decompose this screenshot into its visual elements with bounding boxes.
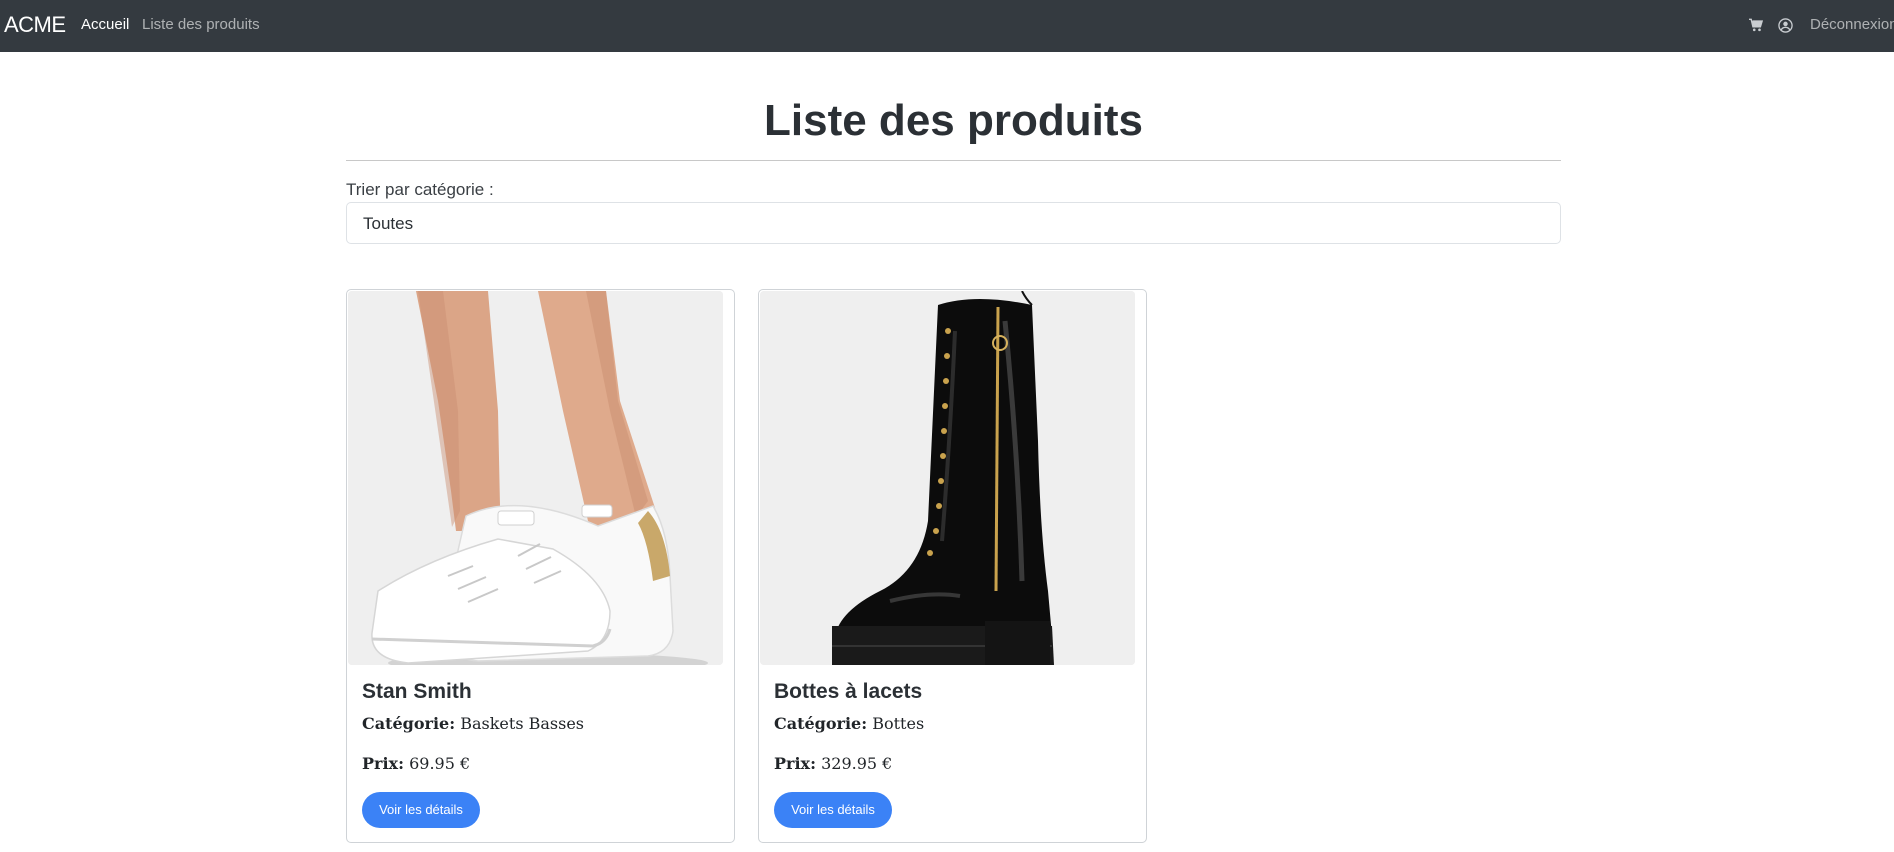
user-circle-icon[interactable] [1778,13,1793,37]
product-name: Stan Smith [362,680,472,703]
white-sneakers-image [348,291,723,665]
product-card: Bottes à lacets Catégorie: Bottes Prix: … [758,289,1147,843]
top-navbar: ACME Accueil Liste des produits Déconnex… [0,0,1894,52]
nav-link-home[interactable]: Accueil [81,16,129,33]
category-value: Baskets Basses [460,714,585,733]
nav-link-product-list[interactable]: Liste des produits [142,16,260,33]
product-price: Prix: 69.95 € [362,754,470,773]
category-filter-label: Trier par catégorie : [346,180,494,199]
cart-icon[interactable] [1749,13,1763,37]
price-value: 69.95 € [409,754,471,773]
category-select-value: Toutes [363,214,414,233]
view-details-button[interactable]: Voir les détails [774,792,892,828]
price-label: Prix: [362,754,404,773]
category-label: Catégorie: [774,714,868,733]
product-card: Stan Smith Catégorie: Baskets Basses Pri… [346,289,735,843]
product-price: Prix: 329.95 € [774,754,892,773]
product-name: Bottes à lacets [774,680,923,703]
view-details-button[interactable]: Voir les détails [362,792,480,828]
category-select[interactable]: Toutes [346,202,1561,244]
title-divider [346,160,1561,161]
category-value: Bottes [872,714,925,733]
category-label: Catégorie: [362,714,456,733]
logout-link[interactable]: Déconnexion [1810,16,1894,33]
black-lace-up-boot-image [760,291,1135,665]
product-category: Catégorie: Bottes [774,714,924,733]
product-category: Catégorie: Baskets Basses [362,714,584,733]
price-label: Prix: [774,754,816,773]
price-value: 329.95 € [821,754,893,773]
page-title: Liste des produits [764,96,1143,145]
brand-logo[interactable]: ACME [4,12,66,38]
